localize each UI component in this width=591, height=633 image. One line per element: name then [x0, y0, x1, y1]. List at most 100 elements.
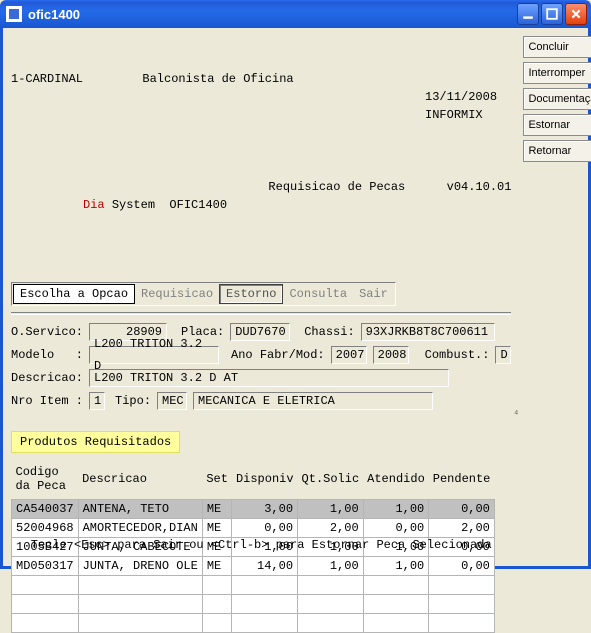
cell-descricao: AMORTECEDOR,DIAN [78, 519, 202, 538]
cell-empty [363, 614, 429, 633]
side-button-documentacao[interactable]: Documentação [523, 88, 591, 110]
hdr-db: INFORMIX [425, 108, 483, 122]
client-area: 1-CARDINAL Balconista de Oficina 13/11/2… [0, 28, 591, 569]
anofab-field[interactable]: 2007 [331, 346, 367, 364]
escolha-label: Escolha a Opcao [13, 284, 135, 304]
menubar: Escolha a Opcao RequisicaoEstornoConsult… [11, 282, 396, 306]
menu-item-consulta[interactable]: Consulta [283, 285, 353, 303]
modelo-label: Modelo : [11, 344, 83, 366]
cell-empty [429, 595, 495, 614]
col-header: Codigo da Peca [12, 463, 79, 500]
cell-codigo: CA540037 [12, 500, 79, 519]
cell-codigo: MD050317 [12, 557, 79, 576]
cell-qtsolic: 1,00 [298, 557, 364, 576]
cell-empty [232, 576, 298, 595]
menu-item-requisicao[interactable]: Requisicao [135, 285, 219, 303]
cell-disponiv: 3,00 [232, 500, 298, 519]
cell-set: ME [202, 500, 232, 519]
table-row[interactable]: 52004968AMORTECEDOR,DIANME0,002,000,002,… [12, 519, 495, 538]
cell-qtsolic: 2,00 [298, 519, 364, 538]
descricao-label: Descricao: [11, 367, 83, 389]
tipo-field[interactable]: MEC [157, 392, 187, 410]
side-pane: Concluir Interromper Documentação Estornar R… [519, 28, 591, 566]
cell-empty [78, 614, 202, 633]
nroitem-field[interactable]: 1 [89, 392, 105, 410]
cell-disponiv: 0,00 [232, 519, 298, 538]
side-button-concluir[interactable]: Concluir [523, 36, 591, 58]
scroll-marker: ⁴ [513, 410, 520, 422]
title-bar: ofic1400 [0, 0, 591, 28]
nroitem-label: Nro Item : [11, 390, 83, 412]
menu-item-estorno[interactable]: Estorno [219, 284, 283, 304]
tipo-label: Tipo: [115, 390, 151, 412]
table-row[interactable]: MD050317JUNTA, DRENO OLEME14,001,001,000… [12, 557, 495, 576]
side-button-interromper[interactable]: Interromper [523, 62, 591, 84]
hdr-system: System OFIC1400 [105, 198, 227, 212]
cell-empty [12, 614, 79, 633]
tipo-desc-field[interactable]: MECANICA E ELETRICA [193, 392, 433, 410]
form-block: O.Servico: 28909 Placa: DUD7670 Chassi: … [11, 321, 511, 412]
anofab-label: Ano Fabr/Mod: [231, 344, 325, 366]
cell-empty [78, 576, 202, 595]
placa-field[interactable]: DUD7670 [230, 323, 290, 341]
anomod-field[interactable]: 2008 [373, 346, 409, 364]
col-header: Disponiv [232, 463, 298, 500]
col-header: Qt.Solic [298, 463, 364, 500]
cell-empty [202, 614, 232, 633]
cell-empty [12, 595, 79, 614]
header-block: 1-CARDINAL Balconista de Oficina 13/11/2… [11, 34, 511, 268]
cell-qtsolic: 1,00 [298, 500, 364, 519]
col-header: Pendente [429, 463, 495, 500]
table-row-empty[interactable] [12, 614, 495, 633]
menu-item-sair[interactable]: Sair [353, 285, 394, 303]
cell-descricao: JUNTA, DRENO OLE [78, 557, 202, 576]
hdr-center1: Balconista de Oficina [142, 70, 293, 142]
modelo-field[interactable]: L200 TRITON 3.2 D [89, 346, 219, 364]
side-button-retornar[interactable]: Retornar [523, 140, 591, 162]
chassi-label: Chassi: [304, 321, 354, 343]
col-header: Descricao [78, 463, 202, 500]
cell-atendido: 1,00 [363, 557, 429, 576]
cell-pendente: 0,00 [429, 500, 495, 519]
table-row-empty[interactable] [12, 595, 495, 614]
table-row-empty[interactable] [12, 576, 495, 595]
cell-atendido: 1,00 [363, 500, 429, 519]
cell-empty [363, 595, 429, 614]
hdr-center2: Requisicao de Pecas [268, 178, 405, 232]
products-header: Produtos Requisitados [11, 431, 180, 453]
separator [11, 312, 511, 315]
cell-empty [363, 576, 429, 595]
window-title: ofic1400 [28, 7, 515, 22]
cell-empty [202, 576, 232, 595]
footer-hint: Tecle <Esc> para Sair ou <Ctrl-b> para E… [3, 538, 519, 552]
cell-empty [298, 614, 364, 633]
minimize-button[interactable] [517, 3, 539, 25]
combust-label: Combust.: [425, 344, 490, 366]
cell-empty [298, 576, 364, 595]
maximize-button[interactable] [541, 3, 563, 25]
cell-set: ME [202, 557, 232, 576]
cell-disponiv: 14,00 [232, 557, 298, 576]
oservico-label: O.Servico: [11, 321, 83, 343]
hdr-dia: Dia [83, 198, 105, 212]
cell-empty [298, 595, 364, 614]
cell-empty [202, 595, 232, 614]
descricao-field[interactable]: L200 TRITON 3.2 D AT [89, 369, 449, 387]
cell-empty [232, 595, 298, 614]
hdr-left1: 1-CARDINAL [11, 70, 83, 142]
cell-pendente: 2,00 [429, 519, 495, 538]
col-header: Set [202, 463, 232, 500]
table-row[interactable]: CA540037ANTENA, TETOME3,001,001,000,00 [12, 500, 495, 519]
combust-field[interactable]: D [495, 346, 511, 364]
app-icon [6, 6, 22, 22]
cell-atendido: 0,00 [363, 519, 429, 538]
close-button[interactable] [565, 3, 587, 25]
cell-set: ME [202, 519, 232, 538]
hdr-date: 13/11/2008 [425, 90, 497, 104]
cell-pendente: 0,00 [429, 557, 495, 576]
cell-empty [429, 576, 495, 595]
chassi-field[interactable]: 93XJRKB8T8C700611 [361, 323, 495, 341]
cell-empty [12, 576, 79, 595]
col-header: Atendido [363, 463, 429, 500]
side-button-estornar[interactable]: Estornar [523, 114, 591, 136]
